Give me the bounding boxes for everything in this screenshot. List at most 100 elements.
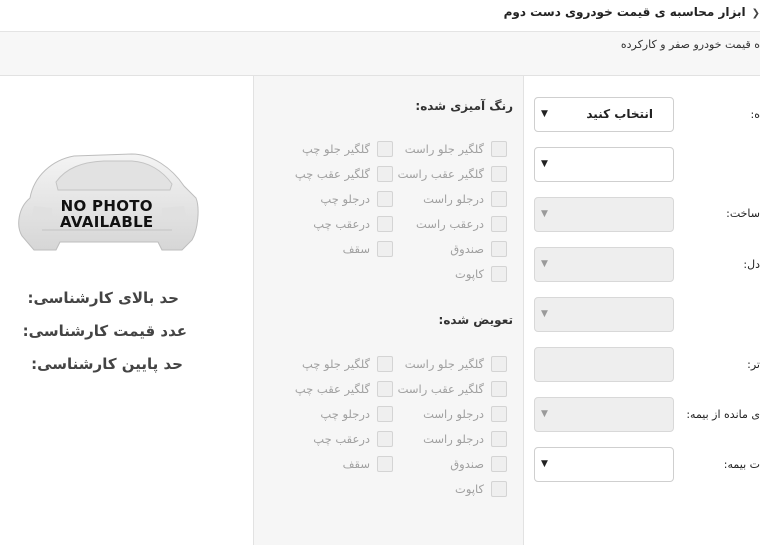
form-panel: ه: ▼ انتخاب کنید ▼ ساخت: ▼ دل: ▼ ▼ تر: ی… — [524, 76, 760, 545]
painted-checkbox-item[interactable]: سقف — [343, 240, 393, 258]
checkbox-label: گلگیر جلو راست — [404, 357, 484, 371]
field-label-insurance-remaining: ی مانده از بیمه: — [686, 408, 760, 421]
dropdown-arrow-icon: ▼ — [541, 309, 548, 319]
checkbox-label: درجلو چپ — [320, 192, 370, 206]
replaced-checkbox-item[interactable]: درجلو چپ — [320, 405, 393, 423]
replaced-checkbox-item[interactable]: گلگیر عقب چپ — [295, 380, 393, 398]
checkbox[interactable] — [377, 216, 393, 232]
checkbox-label: درجلو راست — [423, 407, 484, 421]
field-label-insurance: ت بیمه: — [723, 458, 760, 471]
checkbox[interactable] — [491, 241, 507, 257]
checkbox[interactable] — [491, 266, 507, 282]
painted-checkbox-item[interactable]: گلگیر عقب راست — [398, 165, 507, 183]
trim-select[interactable]: ▼ — [534, 297, 674, 332]
replaced-checkbox-item[interactable]: سقف — [343, 455, 393, 473]
replaced-checkbox-item[interactable]: گلگیر عقب راست — [398, 380, 507, 398]
checkbox-label: صندوق — [450, 457, 484, 471]
year-select[interactable]: ▼ — [534, 197, 674, 232]
checkbox[interactable] — [377, 191, 393, 207]
insurance-remaining-select[interactable]: ▼ — [534, 397, 674, 432]
checkbox-label: گلگیر جلو راست — [404, 142, 484, 156]
field-label-brand: ه: — [750, 108, 760, 121]
checkbox[interactable] — [491, 356, 507, 372]
checkbox[interactable] — [377, 456, 393, 472]
checkbox-label: گلگیر عقب راست — [397, 167, 484, 181]
checkbox-label: درجلو چپ — [320, 407, 370, 421]
painted-checkbox-item[interactable]: درجلو چپ — [320, 190, 393, 208]
checkbox[interactable] — [377, 381, 393, 397]
checkbox[interactable] — [377, 406, 393, 422]
checkbox-label: صندوق — [450, 242, 484, 256]
painted-checkbox-item[interactable]: درعقب چپ — [313, 215, 393, 233]
mileage-input[interactable] — [534, 347, 674, 382]
checkbox-label: سقف — [342, 242, 370, 256]
painted-checkbox-item[interactable]: گلگیر جلو راست — [405, 140, 507, 158]
upper-expert-limit-label: حد بالای کارشناسی: — [27, 289, 179, 307]
replaced-section-title: تعویض شده: — [438, 313, 513, 327]
checkbox[interactable] — [491, 191, 507, 207]
replaced-checkbox-item[interactable]: گلگیر جلو راست — [405, 355, 507, 373]
checkbox[interactable] — [377, 166, 393, 182]
replaced-checkbox-item[interactable]: درعقب چپ — [313, 430, 393, 448]
checkbox-label: گلگیر جلو چپ — [301, 142, 370, 156]
checkbox[interactable] — [491, 481, 507, 497]
replaced-checkbox-item[interactable]: درجلو راست — [423, 430, 507, 448]
checkbox-label: درعقب راست — [416, 217, 484, 231]
no-photo-line-2: AVAILABLE — [60, 213, 154, 231]
checkbox-label: کاپوت — [455, 267, 484, 281]
checkbox-label: گلگیر جلو چپ — [301, 357, 370, 371]
checkbox[interactable] — [377, 241, 393, 257]
insurance-select[interactable]: ▼ — [534, 447, 674, 482]
field-label-mileage: تر: — [747, 358, 760, 371]
painted-checkbox-item[interactable]: درجلو راست — [423, 190, 507, 208]
field-label-model: دل: — [743, 258, 760, 271]
top-bar: ❮ ابزار محاسبه ی قیمت خودروی دست دوم — [0, 0, 760, 32]
field-label-year: ساخت: — [726, 207, 760, 220]
brand-select[interactable]: ▼ انتخاب کنید — [534, 97, 674, 132]
checkbox[interactable] — [491, 166, 507, 182]
checkbox-label: درعقب چپ — [313, 217, 370, 231]
checkbox[interactable] — [491, 141, 507, 157]
checkbox[interactable] — [491, 381, 507, 397]
checkbox[interactable] — [491, 431, 507, 447]
chevron-left-icon: ❮ — [751, 8, 760, 19]
dropdown-arrow-icon: ▼ — [541, 109, 548, 119]
breadcrumb: ❮ ابزار محاسبه ی قیمت خودروی دست دوم — [504, 5, 760, 19]
dropdown-arrow-icon: ▼ — [541, 459, 548, 469]
checkbox[interactable] — [491, 406, 507, 422]
checkbox-label: درعقب چپ — [313, 432, 370, 446]
model-select[interactable]: ▼ — [534, 247, 674, 282]
checkbox[interactable] — [377, 141, 393, 157]
checkbox-label: کاپوت — [455, 482, 484, 496]
damage-panel: رنگ آمیزی شده: گلگیر جلو راست گلگیر جلو چ… — [254, 76, 524, 545]
breadcrumb-title: ابزار محاسبه ی قیمت خودروی دست دوم — [503, 5, 746, 19]
page-subtitle: ه قیمت خودرو صفر و کارکرده — [620, 38, 760, 51]
car-select[interactable]: ▼ — [534, 147, 674, 182]
replaced-checkbox-item[interactable]: درجلو راست — [423, 405, 507, 423]
replaced-checkbox-item[interactable]: صندوق — [450, 455, 507, 473]
checkbox-label: گلگیر عقب چپ — [294, 382, 370, 396]
brand-select-value: انتخاب کنید — [586, 107, 653, 121]
checkbox-label: درجلو راست — [423, 192, 484, 206]
replaced-checkbox-item[interactable]: کاپوت — [455, 480, 507, 498]
expert-price-label: عدد قیمت کارشناسی: — [22, 322, 187, 340]
result-panel: NO PHOTO AVAILABLE حد بالای کارشناسی: عد… — [0, 76, 254, 545]
checkbox-label: گلگیر عقب چپ — [294, 167, 370, 181]
checkbox-label: گلگیر عقب راست — [397, 382, 484, 396]
checkbox[interactable] — [491, 216, 507, 232]
checkbox[interactable] — [491, 456, 507, 472]
painted-checkbox-item[interactable]: گلگیر جلو چپ — [302, 140, 393, 158]
checkbox[interactable] — [377, 356, 393, 372]
replaced-checkbox-item[interactable]: گلگیر جلو چپ — [302, 355, 393, 373]
dropdown-arrow-icon: ▼ — [541, 409, 548, 419]
painted-checkbox-item[interactable]: کاپوت — [455, 265, 507, 283]
painted-checkbox-item[interactable]: درعقب راست — [416, 215, 507, 233]
dropdown-arrow-icon: ▼ — [541, 209, 548, 219]
painted-checkbox-item[interactable]: صندوق — [450, 240, 507, 258]
checkbox-label: درجلو راست — [423, 432, 484, 446]
checkbox-label: سقف — [342, 457, 370, 471]
painted-checkbox-item[interactable]: گلگیر عقب چپ — [295, 165, 393, 183]
checkbox[interactable] — [377, 431, 393, 447]
lower-expert-limit-label: حد پایین کارشناسی: — [31, 355, 183, 373]
dropdown-arrow-icon: ▼ — [541, 159, 548, 169]
